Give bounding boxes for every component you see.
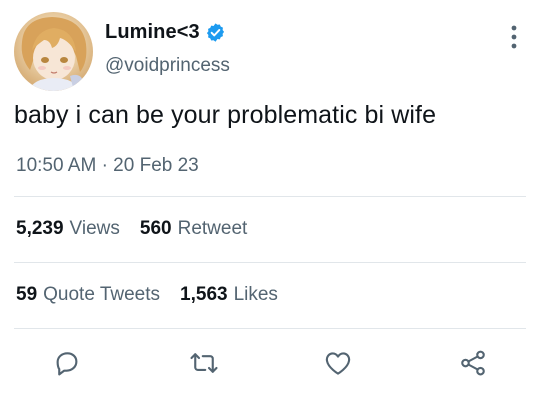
retweet-icon[interactable] (189, 348, 219, 378)
quote-label: Quote Tweets (43, 284, 161, 305)
stats-row-2: 59 Quote Tweets 1,563 Likes (16, 284, 298, 306)
name-row: Lumine<3 (105, 21, 226, 44)
retweets-label: Retweet (177, 218, 248, 239)
share-icon[interactable] (458, 348, 488, 378)
likes-label: Likes (233, 284, 278, 305)
divider (14, 328, 526, 329)
avatar-image (21, 17, 87, 91)
retweets-stat[interactable]: 560 Retweet (140, 218, 247, 240)
action-bar (14, 343, 526, 383)
retweets-count: 560 (139, 218, 172, 239)
meta-separator: · (101, 155, 108, 176)
likes-stat[interactable]: 1,563 Likes (180, 284, 278, 306)
likes-count: 1,563 (180, 284, 228, 305)
stats-row-1: 5,239 Views 560 Retweet (16, 218, 267, 240)
tweet-header: Lumine<3 @voidprincess (14, 12, 526, 91)
divider (14, 196, 526, 197)
more-options-icon[interactable] (508, 24, 520, 50)
avatar[interactable] (14, 12, 93, 91)
tweet-timestamp[interactable]: 10:50 AM · 20 Feb 23 (16, 155, 199, 177)
views-count: 5,239 (16, 218, 64, 239)
user-handle[interactable]: @voidprincess (105, 55, 230, 77)
quote-count: 59 (16, 284, 38, 305)
like-icon[interactable] (323, 348, 353, 378)
views-label: Views (69, 218, 120, 239)
display-name[interactable]: Lumine<3 (105, 21, 200, 44)
views-stat[interactable]: 5,239 Views (16, 218, 120, 240)
divider (14, 262, 526, 263)
reply-icon[interactable] (52, 348, 82, 378)
tweet-text: baby i can be your problematic bi wife (14, 101, 437, 129)
tweet-date: 20 Feb 23 (113, 155, 199, 176)
quote-tweets-stat[interactable]: 59 Quote Tweets (16, 284, 160, 306)
tweet-time: 10:50 AM (16, 155, 97, 176)
verified-badge-icon (205, 22, 226, 43)
